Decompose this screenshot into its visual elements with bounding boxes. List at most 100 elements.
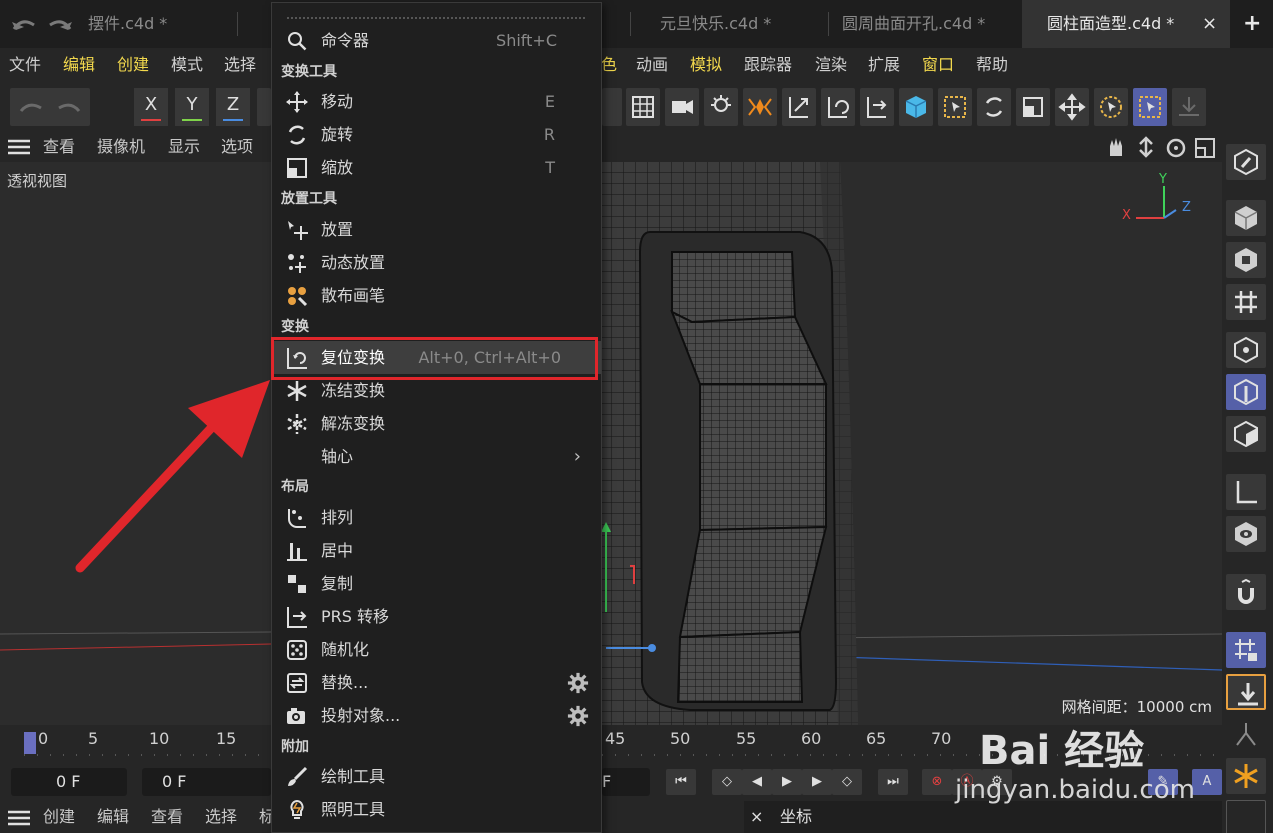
axis-y-button[interactable]: Y: [175, 88, 209, 126]
viewport-menu-display[interactable]: 显示: [168, 132, 200, 162]
live-select-button[interactable]: [938, 88, 972, 126]
axis-z-button[interactable]: Z: [216, 88, 250, 126]
menu-item-dynamic-place[interactable]: 动态放置: [274, 246, 601, 279]
solo-mode-button[interactable]: [1226, 516, 1266, 552]
menu-edit[interactable]: 编辑: [63, 48, 95, 82]
undo-redo-button[interactable]: [10, 88, 90, 126]
prev-key-button[interactable]: ◇: [712, 769, 742, 795]
hamburger-menu-icon[interactable]: [8, 810, 30, 826]
add-tab-icon[interactable]: +: [1243, 0, 1261, 48]
menu-tracker[interactable]: 跟踪器: [744, 48, 792, 82]
bottom-menu-create[interactable]: 创建: [43, 801, 75, 833]
reset-transform-button[interactable]: [821, 88, 855, 126]
menu-item-axis-center[interactable]: 轴心 ›: [274, 440, 601, 473]
cube-button[interactable]: [899, 88, 933, 126]
menu-item-rotate[interactable]: 旋转 R: [274, 118, 601, 151]
menu-drag-handle[interactable]: [286, 16, 586, 20]
grid-button[interactable]: [626, 88, 660, 126]
start-frame-field[interactable]: 0 F: [142, 768, 271, 796]
menu-color[interactable]: 色: [601, 48, 617, 82]
points-mode-button[interactable]: [1226, 332, 1266, 368]
snowflake-button[interactable]: [1226, 758, 1266, 794]
light-button[interactable]: [704, 88, 738, 126]
menu-item-scatter-brush[interactable]: 散布画笔: [274, 279, 601, 312]
end-frame-field[interactable]: F: [602, 768, 650, 796]
menu-item-place[interactable]: 放置: [274, 213, 601, 246]
extra-tool-button[interactable]: [1172, 88, 1206, 126]
go-start-button[interactable]: ⏮: [666, 769, 696, 795]
snap-button[interactable]: [743, 88, 777, 126]
viewport-nav-icons[interactable]: [1104, 136, 1220, 158]
model-mode-button[interactable]: [1226, 200, 1266, 236]
menu-item-scale[interactable]: 缩放 T: [274, 151, 601, 184]
tab-yuandan[interactable]: 元旦快乐.c4d *: [660, 0, 771, 48]
menu-window[interactable]: 窗口: [922, 48, 954, 82]
next-key-button[interactable]: ◇: [832, 769, 862, 795]
scale-tool-button[interactable]: [1016, 88, 1050, 126]
play-button[interactable]: ▶: [772, 769, 802, 795]
menu-file[interactable]: 文件: [9, 48, 41, 82]
axis-x-button[interactable]: X: [134, 88, 168, 126]
menu-item-duplicate[interactable]: 复制: [274, 567, 601, 600]
coord-close-icon[interactable]: ×: [750, 801, 763, 833]
prs-button[interactable]: [860, 88, 894, 126]
select-rect-button[interactable]: [1133, 88, 1167, 126]
menu-render[interactable]: 渲染: [815, 48, 847, 82]
undo-redo-icon[interactable]: [10, 14, 74, 36]
playhead-marker[interactable]: [24, 732, 36, 754]
viewport-menu-camera[interactable]: 摄像机: [97, 132, 145, 162]
menu-help[interactable]: 帮助: [976, 48, 1008, 82]
go-end-button[interactable]: ⏭: [878, 769, 908, 795]
partial-tool-button[interactable]: [602, 88, 622, 126]
magnet-button[interactable]: [1226, 574, 1266, 610]
camera-button[interactable]: [665, 88, 699, 126]
menu-item-unfreeze-transform[interactable]: 解冻变换: [274, 407, 601, 440]
bottom-menu-select[interactable]: 选择: [205, 801, 237, 833]
transfer-button[interactable]: [782, 88, 816, 126]
menu-select[interactable]: 选择: [224, 48, 256, 82]
viewport-menu-view[interactable]: 查看: [43, 132, 75, 162]
gear-icon[interactable]: [567, 705, 589, 727]
menu-simulate[interactable]: 模拟: [690, 48, 722, 82]
tab-yuanzhou[interactable]: 圆周曲面开孔.c4d *: [842, 0, 985, 48]
menu-item-prs-transfer[interactable]: PRS 转移: [274, 600, 601, 633]
menu-item-paint-tool[interactable]: 绘制工具: [274, 760, 601, 793]
bottom-menu-edit[interactable]: 编辑: [97, 801, 129, 833]
prev-frame-button[interactable]: ◀: [742, 769, 772, 795]
menu-item-commander[interactable]: 命令器 Shift+C: [274, 24, 601, 57]
edit-mode-button[interactable]: [1226, 144, 1266, 180]
coord-system-button[interactable]: [257, 88, 271, 126]
tab-baijian[interactable]: 摆件.c4d *: [88, 0, 167, 48]
next-frame-button[interactable]: ▶: [802, 769, 832, 795]
move-tool-button[interactable]: [1055, 88, 1089, 126]
menu-item-lighting-tool[interactable]: 照明工具: [274, 793, 601, 826]
menu-item-project[interactable]: 投射对象...: [274, 699, 601, 732]
rotate-tool-button[interactable]: [977, 88, 1011, 126]
drop-to-floor-button[interactable]: [1226, 674, 1266, 710]
menu-item-move[interactable]: 移动 E: [274, 85, 601, 118]
menu-item-center[interactable]: 居中: [274, 534, 601, 567]
hamburger-menu-icon[interactable]: [8, 139, 30, 155]
bottom-menu-view[interactable]: 查看: [151, 801, 183, 833]
workplane-button[interactable]: [1226, 284, 1266, 320]
gear-icon[interactable]: [567, 672, 589, 694]
menu-item-replace[interactable]: 替换...: [274, 666, 601, 699]
axis-mode-button[interactable]: [1226, 474, 1266, 510]
polygons-mode-button[interactable]: [1226, 416, 1266, 452]
select-circle-button[interactable]: [1094, 88, 1128, 126]
menu-mode[interactable]: 模式: [171, 48, 203, 82]
menu-item-arrange[interactable]: 排列: [274, 501, 601, 534]
current-frame-field[interactable]: 0 F: [11, 768, 127, 796]
menu-item-randomize[interactable]: 随机化: [274, 633, 601, 666]
viewport-menu-options[interactable]: 选项: [221, 132, 253, 162]
menu-animation[interactable]: 动画: [636, 48, 668, 82]
extra-right-button[interactable]: [1226, 800, 1266, 833]
tab-yuanzhumian[interactable]: 圆柱面造型.c4d *: [1022, 0, 1230, 48]
close-tab-icon[interactable]: ×: [1202, 0, 1217, 48]
texture-mode-button[interactable]: [1226, 242, 1266, 278]
record-button[interactable]: ⊗: [922, 769, 952, 795]
snap-lock-button[interactable]: [1226, 632, 1266, 668]
edges-mode-button[interactable]: [1226, 374, 1266, 410]
menu-create[interactable]: 创建: [117, 48, 149, 82]
menu-extensions[interactable]: 扩展: [868, 48, 900, 82]
